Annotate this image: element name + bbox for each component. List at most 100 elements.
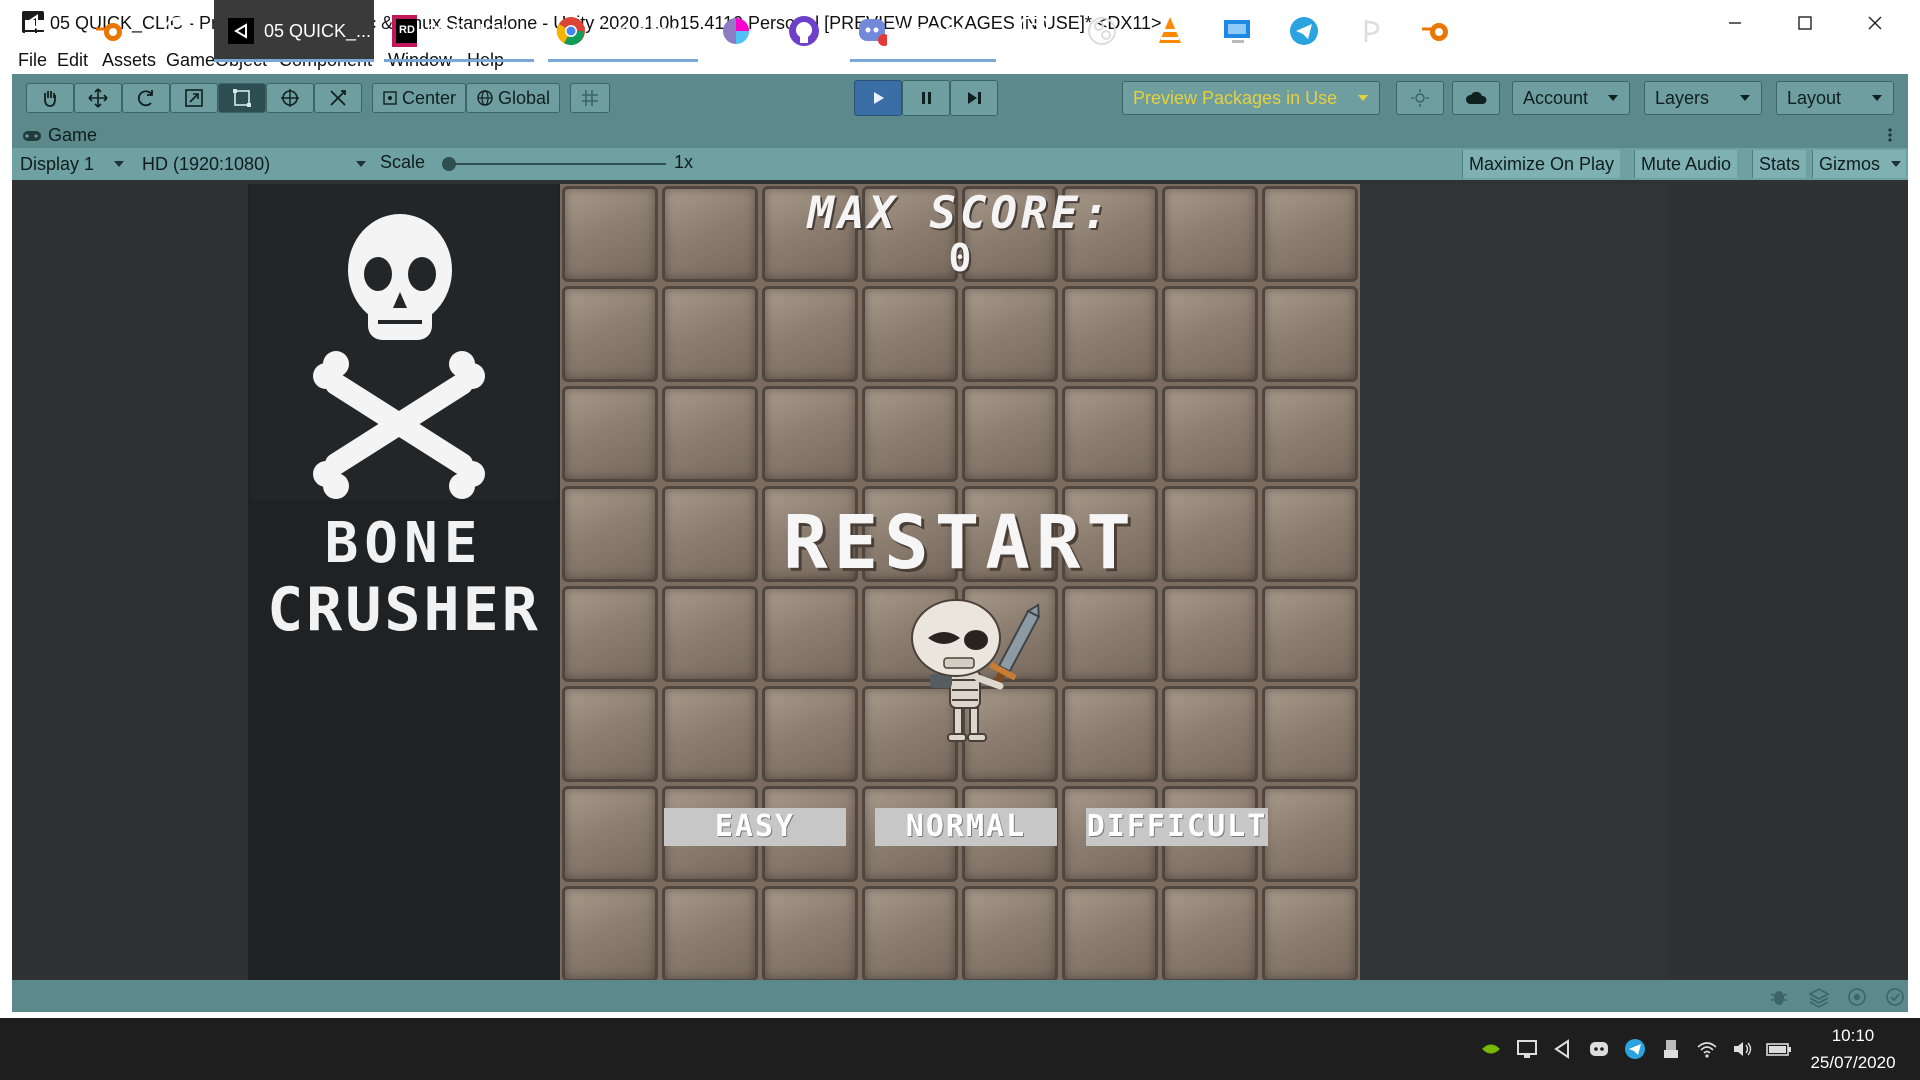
unreal-engine-icon[interactable]: [158, 0, 198, 62]
layers-dropdown[interactable]: Layers: [1644, 81, 1762, 115]
layout-dropdown[interactable]: Layout: [1776, 81, 1894, 115]
step-icon: [968, 92, 981, 104]
cloud-icon[interactable]: [1452, 81, 1500, 115]
maximize-icon[interactable]: [1770, 0, 1840, 46]
pivot-center-button[interactable]: Center: [372, 83, 466, 113]
scale-tool-icon[interactable]: [170, 83, 218, 113]
close-icon[interactable]: [1840, 0, 1910, 46]
discord-tray-icon[interactable]: [1588, 1038, 1610, 1060]
resolution-dropdown[interactable]: HD (1920:1080): [136, 150, 372, 178]
skull-crossbones-logo: [250, 184, 558, 500]
account-label: Account: [1523, 87, 1589, 108]
chevron-down-icon: [1608, 95, 1618, 101]
github-icon[interactable]: [784, 0, 824, 62]
pivot-label: Center: [401, 87, 457, 108]
stone-tile: [1262, 786, 1358, 882]
pause-button[interactable]: [902, 80, 950, 116]
bug-icon[interactable]: [1768, 986, 1790, 1008]
chevron-down-icon: [1872, 95, 1882, 101]
hand-tool-icon[interactable]: [26, 83, 74, 113]
usb-tray-icon[interactable]: [1660, 1038, 1682, 1060]
check-status-icon[interactable]: [1884, 986, 1906, 1008]
move-tool-icon[interactable]: [74, 83, 122, 113]
clock-date: 25/07/2020: [1810, 1053, 1896, 1072]
menu-edit[interactable]: Edit: [57, 46, 88, 74]
blender-icon-2[interactable]: [1416, 0, 1456, 62]
grid-snap-icon[interactable]: [570, 83, 610, 113]
stats-button[interactable]: Stats: [1752, 150, 1807, 178]
telegram-tray-icon[interactable]: [1624, 1038, 1646, 1060]
vlc-icon[interactable]: [1150, 0, 1190, 62]
difficult-button[interactable]: DIFFICULT: [1086, 808, 1268, 846]
stone-tile: [562, 286, 658, 382]
blender-icon[interactable]: [90, 0, 130, 62]
tab-game[interactable]: Game: [22, 125, 97, 146]
step-button[interactable]: [950, 80, 998, 116]
transform-tool-icon[interactable]: [266, 83, 314, 113]
rect-tool-icon[interactable]: [218, 83, 266, 113]
taskbar-chrome[interactable]: Curso com...: [548, 0, 698, 62]
taskbar-unity[interactable]: 05 QUICK_...: [214, 0, 374, 62]
telegram-icon[interactable]: [1284, 0, 1324, 62]
stone-tile: [1062, 386, 1158, 482]
mute-audio-button[interactable]: Mute Audio: [1634, 150, 1738, 178]
scale-slider-track[interactable]: [446, 163, 666, 165]
paint-icon[interactable]: [716, 0, 756, 62]
stone-tile: [1162, 386, 1258, 482]
editor-status-bar: [12, 980, 1908, 1012]
pen-tool-icon[interactable]: [1350, 0, 1390, 62]
obs-icon[interactable]: [1082, 0, 1122, 62]
space-global-button[interactable]: Global: [466, 83, 560, 113]
taskbar-clock[interactable]: 10:10 25/07/2020: [1790, 1022, 1916, 1076]
nvidia-tray-icon[interactable]: [1480, 1038, 1502, 1060]
gizmos-button[interactable]: Gizmos: [1812, 150, 1887, 178]
play-button[interactable]: [854, 80, 902, 116]
right-side-panel: [1360, 184, 1670, 980]
scale-label: Scale: [380, 152, 426, 172]
logo-line-bone: BONE: [324, 511, 484, 576]
preview-packages-dropdown[interactable]: Preview Packages in Use: [1122, 81, 1380, 115]
resolution-label: HD (1920:1080): [142, 153, 271, 174]
collab-icon[interactable]: [1396, 81, 1444, 115]
monitor-tray-icon[interactable]: [1516, 1038, 1538, 1060]
taskbar-discord[interactable]: #general - ...: [850, 0, 996, 62]
easy-button[interactable]: EASY: [664, 808, 846, 846]
account-dropdown[interactable]: Account: [1512, 81, 1630, 115]
search-app-icon[interactable]: [1014, 0, 1054, 62]
skull-crossbones-icon: [313, 214, 485, 499]
stone-tile: [562, 386, 658, 482]
wifi-icon[interactable]: [1696, 1038, 1718, 1060]
vs-tray-icon[interactable]: [1552, 1038, 1574, 1060]
maximize-on-play-button[interactable]: Maximize On Play: [1462, 150, 1621, 178]
layers-label: Layers: [1655, 87, 1710, 108]
restart-button[interactable]: RESTART: [560, 500, 1360, 586]
stone-tile: [1262, 886, 1358, 980]
pause-icon: [922, 92, 931, 104]
play-icon: [874, 92, 884, 104]
panel-menu-icon[interactable]: [1884, 124, 1896, 146]
battery-icon[interactable]: [1766, 1038, 1792, 1060]
stone-tile: [662, 586, 758, 682]
volume-icon[interactable]: [1732, 1038, 1754, 1060]
minimize-icon[interactable]: [1700, 0, 1770, 46]
taskbar-rider[interactable]: RD 05 QUICK_...: [384, 0, 534, 62]
taskbar-rider-label: 05 QUICK_...: [426, 20, 534, 41]
stone-tile: [962, 386, 1058, 482]
svg-text:RD: RD: [399, 24, 415, 36]
stone-tile: [1262, 286, 1358, 382]
stone-tile: [562, 886, 658, 980]
remote-desktop-icon[interactable]: [1218, 0, 1258, 62]
normal-button[interactable]: NORMAL: [875, 808, 1057, 846]
custom-tool-icon[interactable]: [314, 83, 362, 113]
max-score-value: 0: [948, 236, 972, 280]
windows-start-icon[interactable]: [18, 0, 54, 62]
layers-stack-icon[interactable]: [1808, 986, 1830, 1008]
rotate-tool-icon[interactable]: [122, 83, 170, 113]
lighting-icon[interactable]: [1846, 986, 1868, 1008]
gizmos-dropdown-icon[interactable]: [1886, 150, 1906, 178]
stone-tile: [1062, 686, 1158, 782]
scale-slider-thumb[interactable]: [442, 157, 456, 171]
stone-tile: [1162, 686, 1258, 782]
stone-tile: [662, 686, 758, 782]
display-dropdown[interactable]: Display 1: [14, 150, 130, 178]
